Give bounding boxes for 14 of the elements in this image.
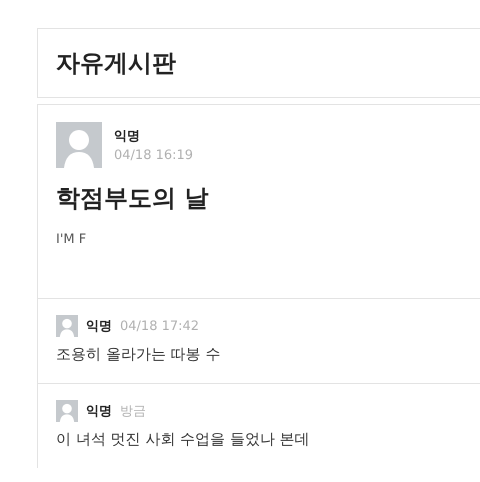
avatar-icon (56, 122, 102, 168)
post-title: 학점부도의 날 (56, 183, 210, 214)
comment-time: 방금 (120, 403, 146, 420)
comment-text: 조용히 올라가는 따봉 수 (56, 345, 222, 364)
author-name: 익명 (114, 128, 141, 145)
author-name: 익명 (86, 318, 112, 335)
author-name: 익명 (86, 403, 112, 420)
avatar-icon (56, 400, 78, 422)
post-time: 04/18 16:19 (114, 148, 194, 163)
avatar-icon (56, 315, 78, 337)
comment-text: 이 녀석 멋진 사회 수업을 들었나 본데 (56, 430, 311, 449)
comment-time: 04/18 17:42 (120, 318, 200, 334)
board-title: 자유게시판 (56, 48, 176, 79)
post-body: I'M F (56, 232, 88, 247)
